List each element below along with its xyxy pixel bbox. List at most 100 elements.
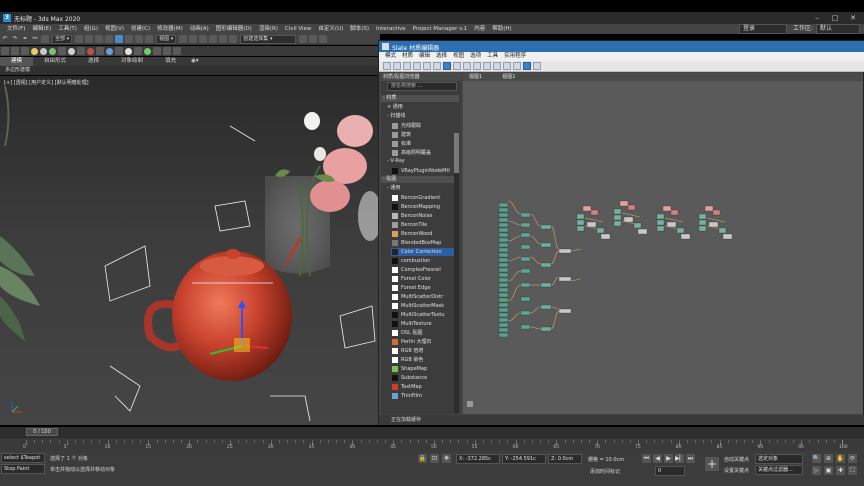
material-node[interactable] (498, 257, 509, 263)
slate-layout-children-icon[interactable] (473, 62, 481, 70)
add-time-tag-button[interactable]: 添加时间标记 (590, 468, 620, 475)
material-node[interactable] (498, 232, 509, 238)
menu-civil-view[interactable]: Civil View (285, 24, 311, 34)
node-view[interactable]: 视图1 视图1 (463, 73, 863, 414)
slate-put-icon[interactable] (403, 62, 411, 70)
material-node[interactable] (498, 222, 509, 228)
walk-icon[interactable]: ✚ (836, 466, 845, 475)
snap-coord-icon[interactable]: ✥ (442, 454, 451, 463)
material-node[interactable] (520, 282, 531, 288)
material-node[interactable] (708, 221, 719, 228)
node-view-tab-1[interactable]: 视图1 (469, 73, 482, 81)
rect-selection-icon[interactable] (95, 35, 104, 43)
material-node[interactable] (498, 252, 509, 258)
tab-object-paint[interactable]: 对象绘制 (110, 57, 154, 66)
menu-rendering[interactable]: 渲染(R) (259, 24, 278, 34)
reference-coord-dropdown[interactable]: 视图 ▾ (156, 34, 177, 44)
tab-populate[interactable]: 填充 (154, 57, 187, 66)
browser-item[interactable]: VRayPluginNodeMtl (391, 167, 455, 175)
minimize-button[interactable]: – (808, 13, 826, 23)
menu-edit[interactable]: 编辑(E) (32, 24, 51, 34)
material-node[interactable] (722, 233, 733, 240)
material-node[interactable] (520, 244, 531, 250)
material-node[interactable] (520, 310, 531, 316)
material-node[interactable] (498, 282, 509, 288)
browser-scroll-thumb[interactable] (454, 133, 459, 173)
material-node[interactable] (498, 297, 509, 303)
slate-menu-material[interactable]: 材质 (402, 52, 413, 61)
tab-modeling[interactable]: 建模 (0, 57, 34, 66)
material-node[interactable] (600, 233, 611, 240)
named-selection-dropdown[interactable]: 创建选择集 ▾ (240, 34, 297, 44)
slate-menu-select[interactable]: 选择 (436, 52, 447, 61)
slate-delete-icon[interactable] (423, 62, 431, 70)
workspace-dropdown[interactable]: 默认 (816, 24, 860, 34)
material-node[interactable] (540, 304, 552, 310)
tab-selection[interactable]: 选择 (77, 57, 110, 66)
browser-item[interactable]: BerconMapping (391, 203, 455, 211)
material-node[interactable] (498, 262, 509, 268)
slate-menu-options[interactable]: 选项 (470, 52, 481, 61)
material-node[interactable] (680, 233, 691, 240)
time-slider-knob[interactable]: 0 / 100 (26, 428, 58, 436)
material-node[interactable] (540, 242, 552, 248)
blue-sphere-icon[interactable] (106, 47, 113, 55)
toolbar-btn-5[interactable] (77, 47, 85, 55)
material-node[interactable] (627, 204, 636, 211)
material-node[interactable] (586, 221, 597, 228)
teapot-icon[interactable] (87, 47, 94, 55)
menu-tools[interactable]: 工具(T) (58, 24, 77, 34)
material-node[interactable] (498, 322, 509, 328)
material-node[interactable] (656, 225, 665, 232)
maximize-button[interactable]: □ (826, 13, 844, 23)
light-bulb-icon[interactable] (31, 47, 38, 55)
menu-file[interactable]: 文件(F) (7, 24, 25, 34)
current-frame-field[interactable]: 0 (655, 466, 685, 476)
material-node[interactable] (520, 296, 531, 302)
slate-node-view-icon[interactable] (523, 62, 531, 70)
align-icon[interactable] (309, 35, 318, 43)
browser-item[interactable]: ShapeMap (391, 365, 455, 373)
material-node[interactable] (662, 205, 672, 212)
material-node[interactable] (498, 332, 509, 338)
unlink-icon[interactable]: ⚯ (31, 35, 39, 43)
browser-item[interactable]: Perlin 大理石 (391, 338, 455, 346)
material-node[interactable] (498, 217, 509, 223)
perspective-viewport[interactable]: [+] [透视] [用户定义] [默认明暗处理] (0, 76, 380, 425)
browser-item[interactable]: Forest Edge (391, 284, 455, 292)
material-node[interactable] (718, 227, 727, 234)
browser-item[interactable]: Color Correction (391, 248, 455, 256)
menu-content[interactable]: 内容 (474, 24, 485, 34)
set-key-button[interactable]: 设置关键点 (724, 467, 749, 474)
select-by-name-icon[interactable] (85, 35, 94, 43)
material-node[interactable] (558, 248, 572, 254)
material-node[interactable] (576, 219, 585, 226)
browser-item[interactable]: MultiTexture (391, 320, 455, 328)
sphere-icon[interactable] (40, 47, 47, 55)
menu-scripting[interactable]: 脚本(S) (350, 24, 369, 34)
material-node[interactable] (520, 324, 531, 330)
render-icon[interactable] (125, 47, 132, 55)
green-sphere-icon[interactable] (49, 47, 56, 55)
toolbar-btn-9[interactable] (153, 47, 161, 55)
material-node[interactable] (498, 207, 509, 213)
material-node[interactable] (613, 208, 622, 215)
auto-key-button[interactable]: 自动关键点 (724, 456, 749, 463)
coord-y-field[interactable]: Y: -254.591c (502, 454, 546, 464)
selected-object-dropdown[interactable]: 选定对象 (755, 454, 803, 464)
menu-animation[interactable]: 动画(A) (190, 24, 209, 34)
material-node[interactable] (619, 200, 629, 207)
material-node[interactable] (656, 219, 665, 226)
prev-frame-icon[interactable]: ◀ (653, 454, 662, 463)
coord-z-field[interactable]: Z: 0.0cm (548, 454, 582, 464)
material-node[interactable] (613, 220, 622, 227)
material-node[interactable] (582, 205, 592, 212)
window-crossing-icon[interactable] (105, 35, 114, 43)
browser-item[interactable]: ThinFilm (391, 392, 455, 400)
menu-interactive[interactable]: Interactive (376, 24, 406, 34)
menu-project-manager[interactable]: Project Manager v.1 (413, 24, 468, 34)
material-node[interactable] (698, 225, 707, 232)
material-node[interactable] (498, 247, 509, 253)
toolbar-btn-4[interactable] (58, 47, 66, 55)
material-node[interactable] (498, 307, 509, 313)
